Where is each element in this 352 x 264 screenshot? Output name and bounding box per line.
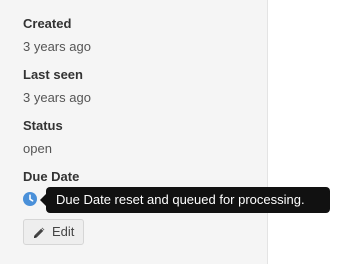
page: Created 3 years ago Last seen 3 years ag… xyxy=(0,0,352,264)
status-label: Status xyxy=(23,118,63,133)
last-seen-label: Last seen xyxy=(23,67,83,82)
details-panel: Created 3 years ago Last seen 3 years ag… xyxy=(0,0,268,264)
clock-icon[interactable] xyxy=(23,192,37,206)
last-seen-value: 3 years ago xyxy=(23,90,91,105)
edit-button-label: Edit xyxy=(52,224,75,239)
status-value: open xyxy=(23,141,52,156)
tooltip-arrow xyxy=(40,194,46,206)
created-label: Created xyxy=(23,16,72,31)
created-value: 3 years ago xyxy=(23,39,91,54)
due-date-tooltip: Due Date reset and queued for processing… xyxy=(40,187,330,213)
edit-button[interactable]: Edit xyxy=(23,219,84,245)
tooltip-text: Due Date reset and queued for processing… xyxy=(56,192,305,207)
pencil-icon xyxy=(33,226,46,239)
due-date-label: Due Date xyxy=(23,169,80,184)
